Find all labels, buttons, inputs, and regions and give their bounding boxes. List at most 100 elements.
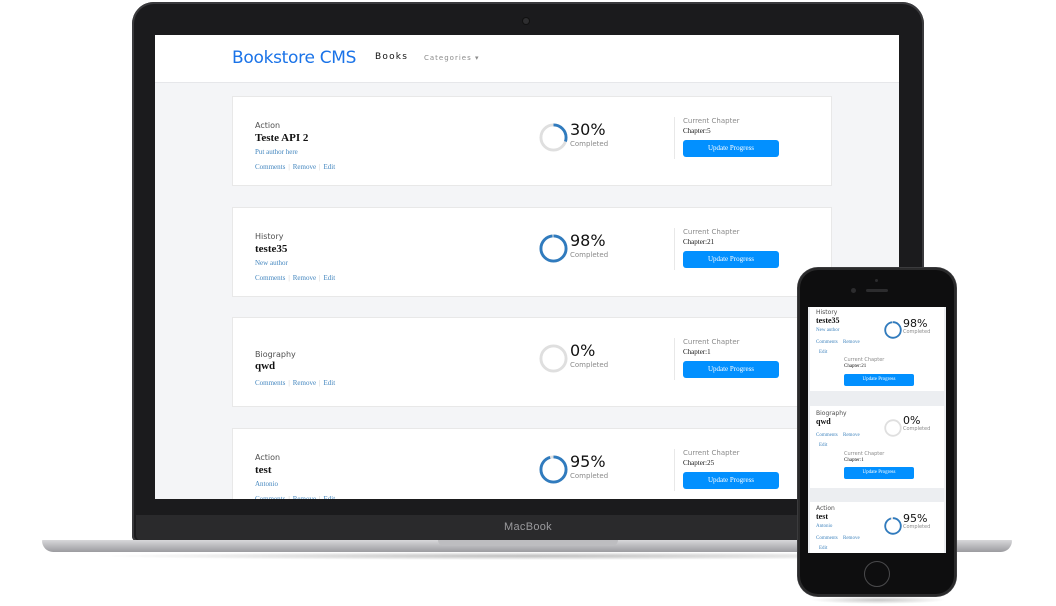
progress-completed-label: Completed <box>570 472 609 480</box>
divider <box>674 449 675 491</box>
remove-button[interactable]: Remove <box>293 163 316 171</box>
comments-button[interactable]: Comments <box>816 340 838 345</box>
update-progress-button[interactable]: Update Progress <box>844 374 914 386</box>
remove-button[interactable]: Remove <box>293 495 316 499</box>
progress-ring <box>884 517 902 535</box>
book-card: History teste35 New author Comments Remo… <box>810 307 944 391</box>
book-author[interactable]: Antonio <box>816 524 832 529</box>
comments-button[interactable]: Comments <box>255 495 285 499</box>
current-chapter-value: Chapter:1 <box>683 348 711 356</box>
navbar: Bookstore CMS Books Categories ▾ <box>155 35 899 83</box>
book-author[interactable]: Antonio <box>255 480 278 488</box>
nav-books-link[interactable]: Books <box>375 52 408 62</box>
edit-button[interactable]: Edit <box>819 443 827 448</box>
update-progress-button[interactable]: Update Progress <box>844 467 914 479</box>
comments-button[interactable]: Comments <box>255 274 285 282</box>
book-card: Biography qwd Comments Remove Edit 0% Co… <box>810 406 944 488</box>
edit-button[interactable]: Edit <box>323 274 335 282</box>
current-chapter-value: Chapter:25 <box>683 459 715 467</box>
edit-button[interactable]: Edit <box>323 379 335 387</box>
book-title: teste35 <box>816 316 840 325</box>
book-card: Action test Antonio Comments Remove Edit… <box>810 502 944 553</box>
edit-button[interactable]: Edit <box>819 546 827 551</box>
book-title: teste35 <box>255 243 288 255</box>
book-author[interactable]: Put author here <box>255 148 298 156</box>
progress-percent: 98% <box>570 231 606 250</box>
laptop-screen: Bookstore CMS Books Categories ▾ Action … <box>155 35 899 499</box>
divider <box>674 117 675 159</box>
phone-shadow <box>810 596 946 604</box>
home-button[interactable] <box>864 561 890 587</box>
progress-ring <box>539 455 568 484</box>
book-actions: Comments | Remove | Edit <box>255 379 336 387</box>
progress-ring <box>884 419 902 437</box>
phone-screen: History teste35 New author Comments Remo… <box>808 307 946 553</box>
book-genre: Biography <box>816 410 847 417</box>
update-progress-button[interactable]: Update Progress <box>683 140 779 157</box>
book-genre: Biography <box>255 350 296 359</box>
camera-icon <box>851 288 856 293</box>
progress-ring <box>539 234 568 263</box>
book-genre: Action <box>255 453 281 462</box>
book-card: Action test Antonio Comments | Remove | Edit… <box>232 428 832 499</box>
book-card: Action Teste API 2 Put author here Comme… <box>232 96 832 186</box>
update-progress-button[interactable]: Update Progress <box>683 472 779 489</box>
remove-button[interactable]: Remove <box>293 379 316 387</box>
current-chapter-label: Current Chapter <box>683 449 740 457</box>
progress-completed-label: Completed <box>570 361 609 369</box>
progress-percent: 95% <box>570 452 606 471</box>
book-genre: History <box>255 232 284 241</box>
update-progress-button[interactable]: Update Progress <box>683 361 779 378</box>
progress-ring <box>539 344 568 373</box>
progress-completed-label: Completed <box>903 329 931 335</box>
book-actions: Comments | Remove | Edit <box>255 274 336 282</box>
current-chapter-value: Chapter:1 <box>844 458 864 463</box>
book-actions: Comments | Remove | Edit <box>255 495 335 499</box>
book-author[interactable]: New author <box>255 259 288 267</box>
current-chapter-label: Current Chapter <box>844 451 885 457</box>
camera-icon <box>523 18 529 24</box>
brand-logo[interactable]: Bookstore CMS <box>232 48 356 68</box>
edit-button[interactable]: Edit <box>323 495 335 499</box>
progress-completed-label: Completed <box>570 251 609 259</box>
current-chapter-label: Current Chapter <box>683 338 740 346</box>
current-chapter-label: Current Chapter <box>844 357 885 363</box>
book-title: test <box>255 464 272 476</box>
update-progress-button[interactable]: Update Progress <box>683 251 779 268</box>
comments-button[interactable]: Comments <box>816 433 838 438</box>
progress-ring <box>539 123 568 152</box>
laptop-notch <box>438 540 618 546</box>
current-chapter-value: Chapter:5 <box>683 127 711 135</box>
book-genre: Action <box>255 121 281 130</box>
comments-button[interactable]: Comments <box>816 536 838 541</box>
book-title: qwd <box>255 360 276 372</box>
book-genre: Action <box>816 505 835 512</box>
current-chapter-label: Current Chapter <box>683 228 740 236</box>
book-card: Biography qwd Comments | Remove | Edit 0% Co… <box>232 317 832 407</box>
book-title: qwd <box>816 417 831 426</box>
current-chapter-value: Chapter:21 <box>844 364 867 369</box>
edit-button[interactable]: Edit <box>323 163 335 171</box>
remove-button[interactable]: Remove <box>843 433 860 438</box>
comments-button[interactable]: Comments <box>255 163 285 171</box>
book-card: History teste35 New author Comments | Remo… <box>232 207 832 297</box>
book-author[interactable]: New author <box>816 328 839 333</box>
book-actions: Comments | Remove | Edit <box>255 163 336 171</box>
current-chapter-value: Chapter:21 <box>683 238 715 246</box>
edit-button[interactable]: Edit <box>819 350 827 355</box>
book-genre: History <box>816 309 838 316</box>
remove-button[interactable]: Remove <box>293 274 316 282</box>
book-title: test <box>816 512 828 521</box>
book-title: Teste API 2 <box>255 132 309 144</box>
progress-percent: 30% <box>570 120 606 139</box>
progress-completed-label: Completed <box>570 140 609 148</box>
remove-button[interactable]: Remove <box>843 536 860 541</box>
remove-button[interactable]: Remove <box>843 340 860 345</box>
progress-completed-label: Completed <box>903 524 931 530</box>
current-chapter-label: Current Chapter <box>683 117 740 125</box>
nav-categories-dropdown[interactable]: Categories ▾ <box>424 54 479 62</box>
divider <box>674 228 675 270</box>
comments-button[interactable]: Comments <box>255 379 285 387</box>
progress-completed-label: Completed <box>903 426 931 432</box>
progress-ring <box>884 321 902 339</box>
